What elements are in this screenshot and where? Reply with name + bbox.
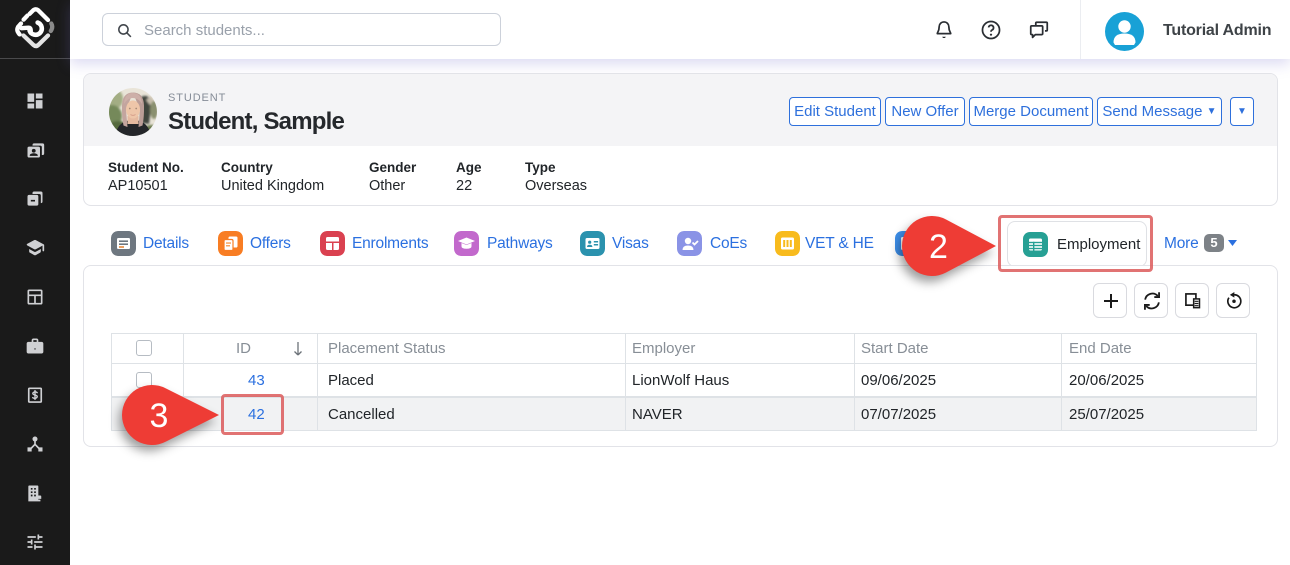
svg-text:2: 2 <box>929 228 948 266</box>
svg-text:3: 3 <box>150 397 169 435</box>
